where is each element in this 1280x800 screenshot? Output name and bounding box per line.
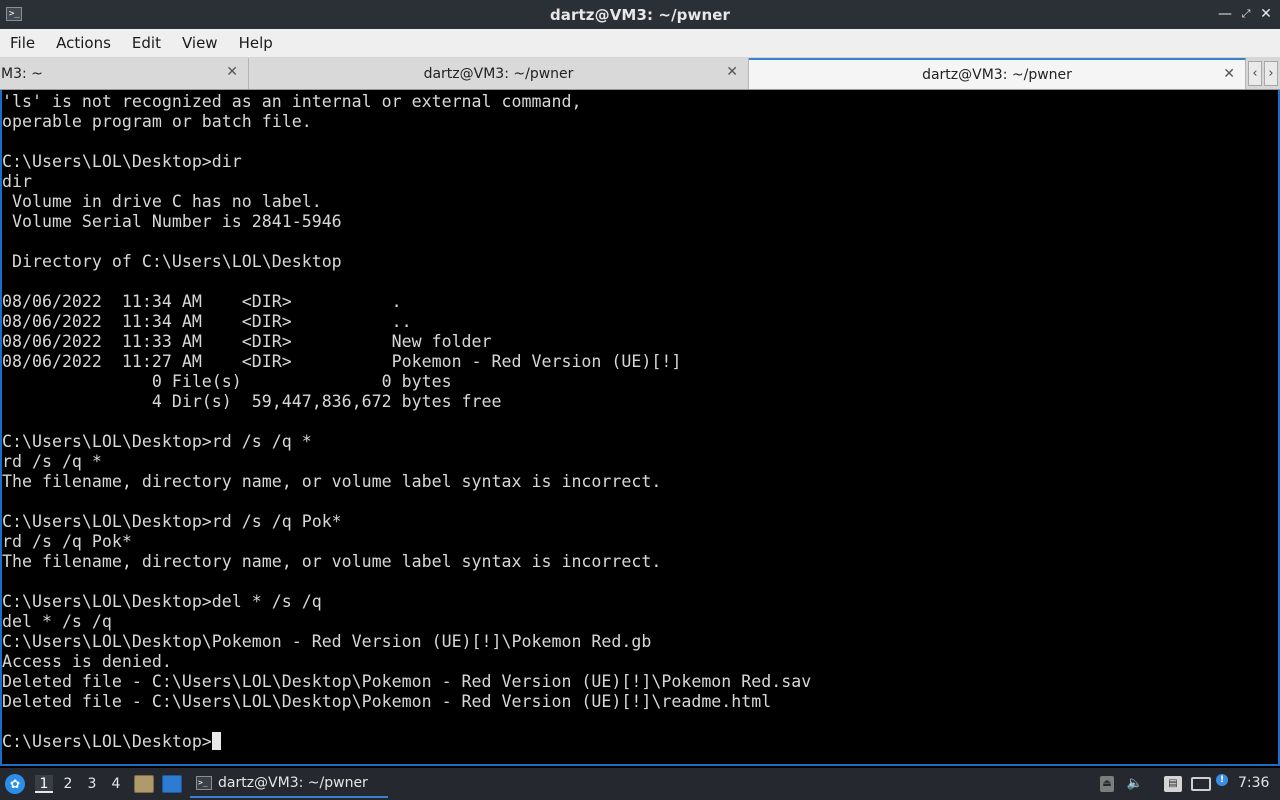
terminal-output[interactable]: 'ls' is not recognized as an internal or… <box>0 90 1280 766</box>
terminal-icon[interactable]: >_ <box>6 7 22 21</box>
terminal-line: 4 Dir(s) 59,447,836,672 bytes free <box>2 392 502 411</box>
tab-label: dartz@VM3: ~/pwner <box>922 66 1072 83</box>
window-title: dartz@VM3: ~/pwner <box>549 5 731 24</box>
terminal-line: Access is denied. <box>2 652 172 671</box>
tab-scroll-left-icon[interactable]: ‹ <box>1248 61 1262 86</box>
terminal-line: C:\Users\LOL\Desktop>rd /s /q Pok* <box>2 512 342 531</box>
window-titlebar: >_ dartz@VM3: ~/pwner — ⤢ ✕ <box>0 0 1280 29</box>
menu-actions[interactable]: Actions <box>51 34 116 52</box>
tab-label: M3: ~ <box>1 65 43 82</box>
minimize-icon[interactable]: — <box>1217 6 1233 22</box>
terminal-line: C:\Users\LOL\Desktop>del * /s /q <box>2 592 322 611</box>
text-cursor <box>211 732 221 750</box>
close-icon[interactable]: ✕ <box>1258 6 1274 22</box>
tab-close-icon[interactable]: ✕ <box>226 64 238 80</box>
terminal-line: rd /s /q * <box>2 452 102 471</box>
terminal-line: 08/06/2022 11:27 AM <DIR> Pokemon - Red … <box>2 352 682 371</box>
menu-help[interactable]: Help <box>234 34 278 52</box>
terminal-prompt-line[interactable]: C:\Users\LOL\Desktop> <box>2 732 1278 752</box>
show-desktop-icon[interactable] <box>162 775 182 793</box>
taskbar-task-terminal[interactable]: >_ dartz@VM3: ~/pwner <box>190 770 388 798</box>
terminal-line: Directory of C:\Users\LOL\Desktop <box>2 252 342 271</box>
clock[interactable]: 7:36 <box>1238 775 1269 791</box>
menu-file[interactable]: File <box>5 34 40 52</box>
workspace-1[interactable]: 1 <box>35 775 53 793</box>
terminal-prompt: C:\Users\LOL\Desktop> <box>2 732 212 751</box>
tab-label: dartz@VM3: ~/pwner <box>423 65 574 82</box>
terminal-line: Deleted file - C:\Users\LOL\Desktop\Poke… <box>2 672 812 691</box>
task-label: dartz@VM3: ~/pwner <box>218 775 368 791</box>
eject-icon[interactable]: ⏏ <box>1100 776 1114 792</box>
file-manager-icon[interactable] <box>134 775 154 793</box>
notification-icon[interactable]: ! <box>1216 774 1228 786</box>
network-icon[interactable] <box>1191 777 1211 791</box>
start-menu-icon[interactable]: ✿ <box>5 774 25 794</box>
menu-edit[interactable]: Edit <box>127 34 166 52</box>
terminal-line: del * /s /q <box>2 612 112 631</box>
terminal-line: C:\Users\LOL\Desktop>dir <box>2 152 242 171</box>
menu-bar: File Actions Edit View Help <box>0 29 1280 57</box>
taskbar-panel: ✿ 1 2 3 4 >_ dartz@VM3: ~/pwner ⏏ 🔈 ▤ ! … <box>0 768 1280 800</box>
terminal-line: 0 File(s) 0 bytes <box>2 372 452 391</box>
tab-scroll-right-icon[interactable]: › <box>1264 61 1278 86</box>
terminal-line: Deleted file - C:\Users\LOL\Desktop\Poke… <box>2 692 772 711</box>
menu-view[interactable]: View <box>177 34 223 52</box>
tab-2[interactable]: dartz@VM3: ~/pwner ✕ <box>249 58 749 89</box>
terminal-line: Volume Serial Number is 2841-5946 <box>2 212 342 231</box>
terminal-line: C:\Users\LOL\Desktop\Pokemon - Red Versi… <box>2 632 652 651</box>
maximize-icon[interactable]: ⤢ <box>1238 6 1254 22</box>
terminal-line: 'ls' is not recognized as an internal or… <box>2 92 582 111</box>
terminal-line: dir <box>2 172 32 191</box>
clipboard-icon[interactable]: ▤ <box>1164 776 1182 792</box>
terminal-line: operable program or batch file. <box>2 112 312 131</box>
terminal-line: The filename, directory name, or volume … <box>2 552 662 571</box>
terminal-line: 08/06/2022 11:33 AM <DIR> New folder <box>2 332 492 351</box>
terminal-line: 08/06/2022 11:34 AM <DIR> .. <box>2 312 412 331</box>
tab-close-icon[interactable]: ✕ <box>1223 66 1235 82</box>
workspace-4[interactable]: 4 <box>107 775 125 793</box>
tab-1[interactable]: M3: ~ ✕ <box>0 58 249 89</box>
tab-bar: M3: ~ ✕ dartz@VM3: ~/pwner ✕ dartz@VM3: … <box>0 57 1280 90</box>
terminal-line: rd /s /q Pok* <box>2 532 132 551</box>
terminal-line: 08/06/2022 11:34 AM <DIR> . <box>2 292 402 311</box>
terminal-line: Volume in drive C has no label. <box>2 192 322 211</box>
workspace-3[interactable]: 3 <box>83 775 101 793</box>
tab-3-active[interactable]: dartz@VM3: ~/pwner ✕ <box>749 58 1246 89</box>
terminal-icon: >_ <box>196 776 212 790</box>
tab-close-icon[interactable]: ✕ <box>726 64 738 80</box>
volume-icon[interactable]: 🔈 <box>1126 776 1144 792</box>
workspace-2[interactable]: 2 <box>59 775 77 793</box>
terminal-line: The filename, directory name, or volume … <box>2 472 662 491</box>
terminal-line: C:\Users\LOL\Desktop>rd /s /q * <box>2 432 312 451</box>
